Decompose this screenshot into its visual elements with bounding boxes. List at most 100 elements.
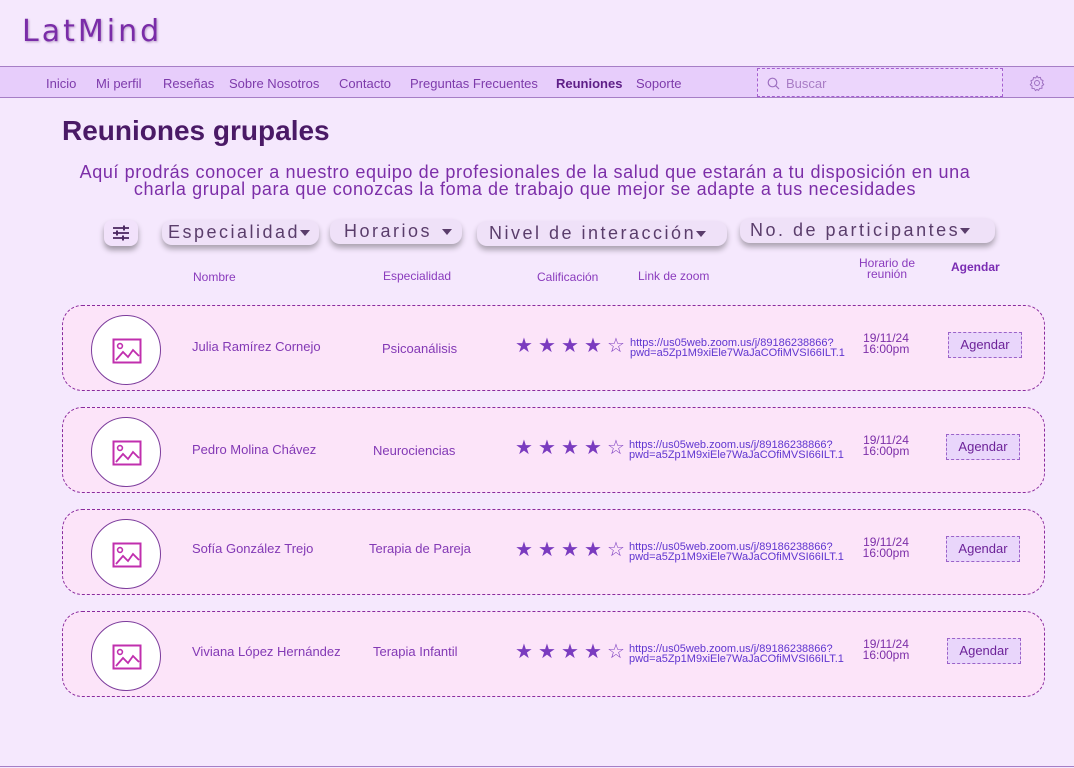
nav-item-soporte[interactable]: Soporte <box>636 76 682 91</box>
nav-item-mi-perfil[interactable]: Mi perfil <box>96 76 142 91</box>
zoom-link[interactable]: https://us05web.zoom.us/j/89186238866? p… <box>629 542 844 563</box>
zoom-link[interactable]: https://us05web.zoom.us/j/89186238866? p… <box>630 338 845 359</box>
avatar <box>91 519 161 589</box>
star-empty-icon: ☆ <box>607 539 625 561</box>
star-rating: ★ ★ ★ ★ ☆ <box>515 438 625 458</box>
meeting-hour: 16:00pm <box>862 546 910 560</box>
star-empty-icon: ☆ <box>607 437 625 459</box>
meeting-time: 19/11/24 16:00pm <box>853 536 919 560</box>
brand-logo[interactable]: LatMind <box>22 14 162 49</box>
column-header-zoom: Link de zoom <box>638 269 710 283</box>
search-icon <box>767 77 780 90</box>
member-specialty: Neurociencias <box>373 443 456 458</box>
filter-participantes-label: No. de participantes <box>750 220 961 240</box>
schedule-button[interactable]: Agendar <box>946 434 1020 460</box>
image-placeholder-icon <box>112 338 142 364</box>
star-filled-icon: ★ <box>561 335 579 357</box>
star-filled-icon: ★ <box>584 641 602 663</box>
zoom-link[interactable]: https://us05web.zoom.us/j/89186238866? p… <box>629 440 844 461</box>
chevron-down-icon <box>696 231 707 238</box>
star-filled-icon: ★ <box>515 335 533 357</box>
star-filled-icon: ★ <box>561 539 579 561</box>
schedule-button[interactable]: Agendar <box>947 638 1021 664</box>
nav-item-reuniones[interactable]: Reuniones <box>556 76 622 91</box>
search-box[interactable] <box>757 68 1003 97</box>
main-nav: Inicio Mi perfil Reseñas Sobre Nosotros … <box>0 66 1074 98</box>
avatar <box>91 315 161 385</box>
gear-icon[interactable] <box>1028 74 1046 92</box>
star-filled-icon: ★ <box>584 335 602 357</box>
nav-item-preguntas-frecuentes[interactable]: Preguntas Frecuentes <box>410 76 538 91</box>
star-filled-icon: ★ <box>538 335 556 357</box>
member-name: Pedro Molina Chávez <box>192 442 317 457</box>
page-title: Reuniones grupales <box>62 115 330 146</box>
chevron-down-icon <box>442 229 453 236</box>
filter-horarios[interactable]: Horarios <box>330 219 462 244</box>
filter-participantes[interactable]: No. de participantes <box>740 218 995 243</box>
meeting-card: Viviana López Hernández Terapia Infantil… <box>62 611 1045 697</box>
meeting-hour: 16:00pm <box>862 444 910 458</box>
avatar <box>91 621 161 691</box>
meeting-time: 19/11/24 16:00pm <box>853 638 919 662</box>
star-filled-icon: ★ <box>538 437 556 459</box>
meeting-card: Sofía González Trejo Terapia de Pareja ★… <box>62 509 1045 595</box>
page-intro: Aquí prodrás conocer a nuestro equipo de… <box>60 163 990 199</box>
star-filled-icon: ★ <box>538 539 556 561</box>
filter-nivel-interaccion-label: Nivel de interacción <box>489 223 697 243</box>
filter-nivel-interaccion[interactable]: Nivel de interacción <box>477 221 727 246</box>
schedule-button[interactable]: Agendar <box>948 332 1022 358</box>
column-header-time: Horario de reunión <box>852 257 922 281</box>
zoom-link-line2: pwd=a5Zp1M9xiEle7WaJaCOfiMVSI66ILT.1 <box>629 551 844 563</box>
star-filled-icon: ★ <box>561 437 579 459</box>
column-header-specialty: Especialidad <box>383 269 452 283</box>
star-empty-icon: ☆ <box>607 335 625 357</box>
filter-especialidad-label: Especialidad <box>168 222 301 242</box>
nav-item-contacto[interactable]: Contacto <box>339 76 391 91</box>
star-rating: ★ ★ ★ ★ ☆ <box>515 642 625 662</box>
member-specialty: Psicoanálisis <box>382 341 458 356</box>
member-name: Julia Ramírez Cornejo <box>192 339 321 354</box>
star-filled-icon: ★ <box>515 539 533 561</box>
meeting-card: Pedro Molina Chávez Neurociencias ★ ★ ★ ★ ☆ … <box>62 407 1045 493</box>
filter-toggle-button[interactable] <box>104 220 138 246</box>
zoom-link[interactable]: https://us05web.zoom.us/j/89186238866? p… <box>629 644 844 665</box>
search-input[interactable] <box>786 73 996 93</box>
column-header-rating: Calificación <box>537 270 599 284</box>
page-bottom-divider <box>0 766 1074 767</box>
filter-horarios-label: Horarios <box>344 221 433 241</box>
star-filled-icon: ★ <box>538 641 556 663</box>
meeting-card: Julia Ramírez Cornejo Psicoanálisis ★ ★ ★ ★… <box>62 305 1045 391</box>
image-placeholder-icon <box>112 440 142 466</box>
filter-especialidad[interactable]: Especialidad <box>162 220 319 245</box>
star-empty-icon: ☆ <box>607 641 625 663</box>
nav-item-inicio[interactable]: Inicio <box>46 76 76 91</box>
image-placeholder-icon <box>112 542 142 568</box>
star-filled-icon: ★ <box>561 641 579 663</box>
nav-item-sobre-nosotros[interactable]: Sobre Nosotros <box>229 76 319 91</box>
zoom-link-line2: pwd=a5Zp1M9xiEle7WaJaCOfiMVSI66ILT.1 <box>629 449 844 461</box>
column-header-time-line2: reunión <box>866 267 908 281</box>
column-header-name: Nombre <box>193 270 236 284</box>
star-filled-icon: ★ <box>584 539 602 561</box>
column-header-schedule: Agendar <box>951 260 1000 274</box>
zoom-link-line2: pwd=a5Zp1M9xiEle7WaJaCOfiMVSI66ILT.1 <box>630 347 845 359</box>
avatar <box>91 417 161 487</box>
schedule-button[interactable]: Agendar <box>946 536 1020 562</box>
star-filled-icon: ★ <box>584 437 602 459</box>
meeting-time: 19/11/24 16:00pm <box>853 434 919 458</box>
member-name: Viviana López Hernández <box>192 644 341 659</box>
member-specialty: Terapia de Pareja <box>369 541 471 556</box>
star-rating: ★ ★ ★ ★ ☆ <box>515 540 625 560</box>
meeting-time: 19/11/24 16:00pm <box>853 332 919 356</box>
intro-line-2: charla grupal para que conozcas la foma … <box>133 179 917 199</box>
meeting-hour: 16:00pm <box>862 648 910 662</box>
zoom-link-line2: pwd=a5Zp1M9xiEle7WaJaCOfiMVSI66ILT.1 <box>629 653 844 665</box>
star-rating: ★ ★ ★ ★ ☆ <box>515 336 625 356</box>
star-filled-icon: ★ <box>515 437 533 459</box>
sliders-icon <box>113 225 129 241</box>
member-name: Sofía González Trejo <box>192 541 314 556</box>
meeting-hour: 16:00pm <box>862 342 910 356</box>
member-specialty: Terapia Infantil <box>373 644 458 659</box>
nav-item-resenas[interactable]: Reseñas <box>163 76 214 91</box>
image-placeholder-icon <box>112 644 142 670</box>
